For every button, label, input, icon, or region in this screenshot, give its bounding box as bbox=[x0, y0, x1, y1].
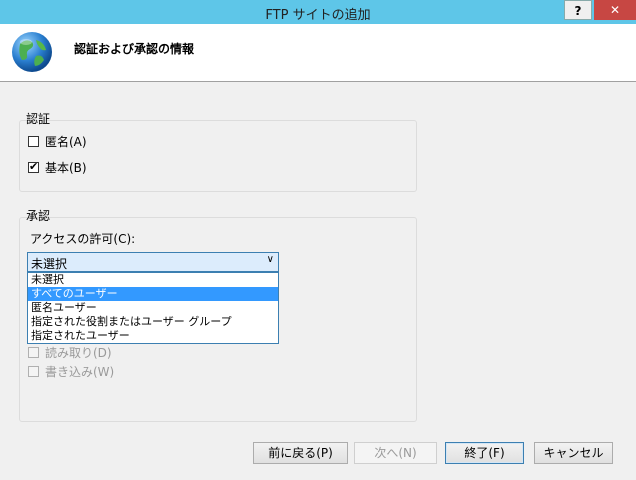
read-checkbox-row: 読み取り(D) bbox=[28, 344, 112, 361]
read-label: 読み取り(D) bbox=[45, 346, 112, 360]
option-specified-roles-groups[interactable]: 指定された役割またはユーザー グループ bbox=[28, 315, 278, 329]
chevron-down-icon[interactable]: ∨ bbox=[267, 254, 274, 265]
write-label: 書き込み(W) bbox=[45, 365, 115, 379]
back-button[interactable]: 前に戻る(P) bbox=[253, 442, 348, 464]
option-unselected[interactable]: 未選択 bbox=[28, 273, 278, 287]
help-button[interactable]: ? bbox=[564, 0, 592, 20]
read-checkbox bbox=[28, 347, 39, 358]
window-title: FTP サイトの追加 bbox=[265, 8, 371, 23]
next-button[interactable]: 次へ(N) bbox=[354, 442, 437, 464]
cancel-button[interactable]: キャンセル bbox=[534, 442, 613, 464]
access-permission-label: アクセスの許可(C): bbox=[30, 232, 136, 246]
close-button[interactable]: ✕ bbox=[594, 0, 636, 20]
wizard-header: 認証および承認の情報 bbox=[0, 24, 636, 82]
write-checkbox bbox=[28, 366, 39, 377]
authorization-label: 承認 bbox=[26, 209, 51, 223]
page-title: 認証および承認の情報 bbox=[74, 42, 195, 56]
option-anonymous-users[interactable]: 匿名ユーザー bbox=[28, 301, 278, 315]
option-all-users[interactable]: すべてのユーザー bbox=[28, 287, 278, 301]
authentication-label: 認証 bbox=[26, 112, 51, 126]
finish-button[interactable]: 終了(F) bbox=[445, 442, 524, 464]
basic-checkbox[interactable] bbox=[28, 160, 39, 173]
globe-icon bbox=[12, 32, 52, 72]
access-permission-dropdown[interactable]: 未選択 ∨ bbox=[27, 252, 279, 272]
basic-label: 基本(B) bbox=[45, 161, 87, 175]
title-bar: FTP サイトの追加 ? ✕ bbox=[0, 0, 636, 24]
anonymous-checkbox[interactable] bbox=[28, 136, 39, 147]
option-specified-users[interactable]: 指定されたユーザー bbox=[28, 329, 278, 343]
anonymous-label: 匿名(A) bbox=[45, 135, 87, 149]
authentication-group bbox=[19, 120, 417, 192]
access-permission-options: 未選択 すべてのユーザー 匿名ユーザー 指定された役割またはユーザー グループ … bbox=[27, 272, 279, 344]
dropdown-selected-value: 未選択 bbox=[31, 257, 68, 271]
write-checkbox-row: 書き込み(W) bbox=[28, 363, 114, 380]
anonymous-checkbox-row[interactable]: 匿名(A) bbox=[28, 133, 87, 150]
basic-checkbox-row[interactable]: 基本(B) bbox=[28, 159, 87, 176]
dialog: 認証および承認の情報 認証 匿名(A) 基本(B) 承認 アクセスの許可(C):… bbox=[0, 24, 636, 480]
